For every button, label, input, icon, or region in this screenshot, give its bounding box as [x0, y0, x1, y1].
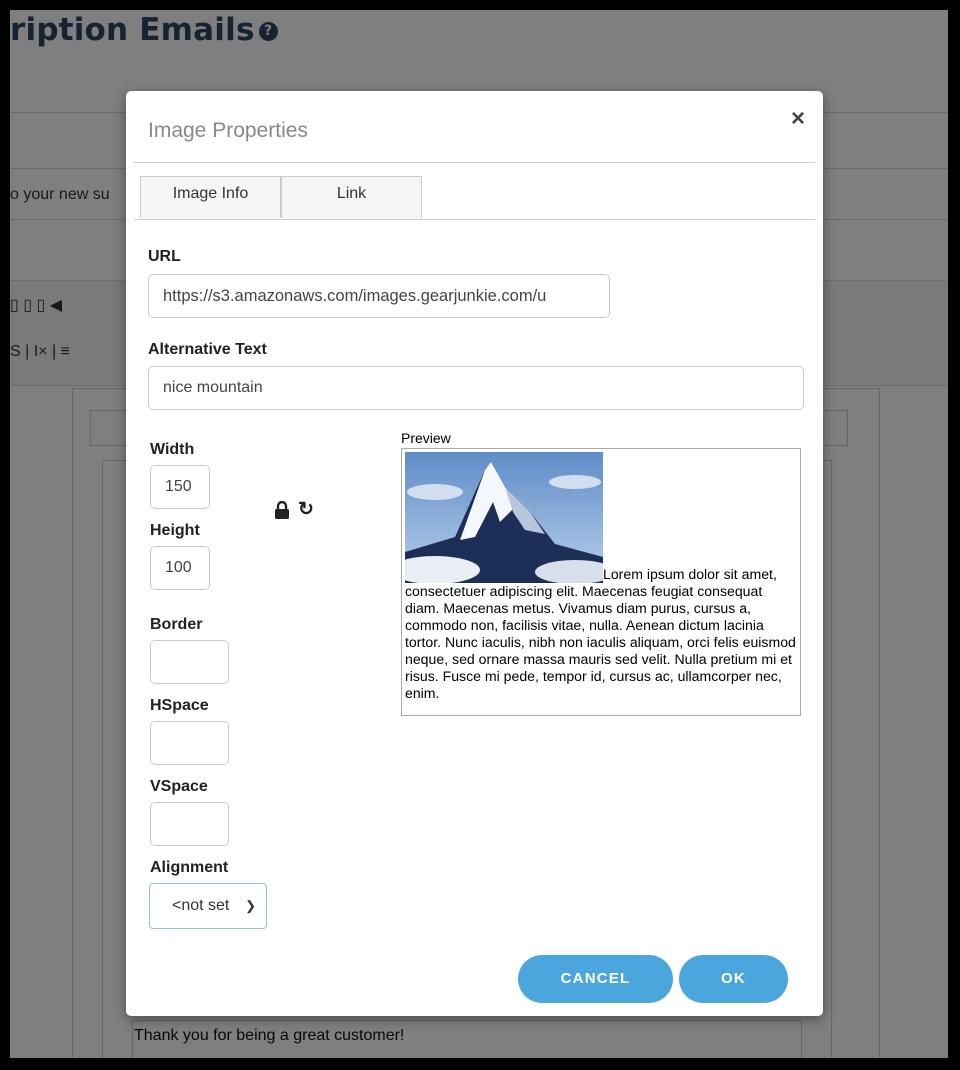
alt-text-field[interactable]: nice mountain	[148, 366, 804, 410]
image-preview: Lorem ipsum dolor sit amet, consectetuer…	[401, 448, 801, 716]
reset-size-icon[interactable]: ↻	[298, 498, 314, 521]
preview-text: Lorem ipsum dolor sit amet, consectetuer…	[405, 566, 796, 701]
vspace-field[interactable]	[150, 802, 229, 846]
hspace-field[interactable]	[150, 721, 229, 765]
tab-image-info[interactable]: Image Info	[140, 176, 281, 218]
vspace-label: VSpace	[150, 778, 208, 795]
height-label: Height	[150, 522, 200, 539]
alt-text-label: Alternative Text	[148, 341, 267, 358]
mountain-image	[402, 452, 615, 584]
page-frame: ription Emails? o your new su ▯ ▯ ▯ ◀ S …	[10, 10, 948, 1058]
lock-icon[interactable]	[274, 500, 290, 524]
width-field[interactable]: 150	[150, 465, 210, 509]
divider	[134, 162, 815, 163]
close-icon[interactable]: ×	[791, 105, 805, 133]
preview-label: Preview	[401, 430, 451, 446]
ok-button[interactable]: OK	[679, 955, 788, 1003]
url-label: URL	[148, 248, 181, 265]
divider	[134, 219, 815, 220]
tab-link[interactable]: Link	[281, 176, 422, 218]
image-properties-dialog: Image Properties × Image Info Link URL h…	[126, 91, 823, 1016]
border-field[interactable]	[150, 640, 229, 684]
alignment-label: Alignment	[150, 859, 229, 876]
url-field[interactable]: https://s3.amazonaws.com/images.gearjunk…	[148, 274, 610, 318]
cancel-button[interactable]: CANCEL	[518, 955, 673, 1003]
border-label: Border	[150, 616, 203, 633]
width-label: Width	[150, 441, 195, 458]
alignment-value: <not set>	[172, 897, 230, 914]
dialog-title: Image Properties	[148, 119, 308, 142]
hspace-label: HSpace	[150, 697, 209, 714]
chevron-down-icon: ❯	[245, 898, 256, 913]
height-field[interactable]: 100	[150, 546, 210, 590]
alignment-select[interactable]: <not set> ❯	[149, 883, 267, 929]
